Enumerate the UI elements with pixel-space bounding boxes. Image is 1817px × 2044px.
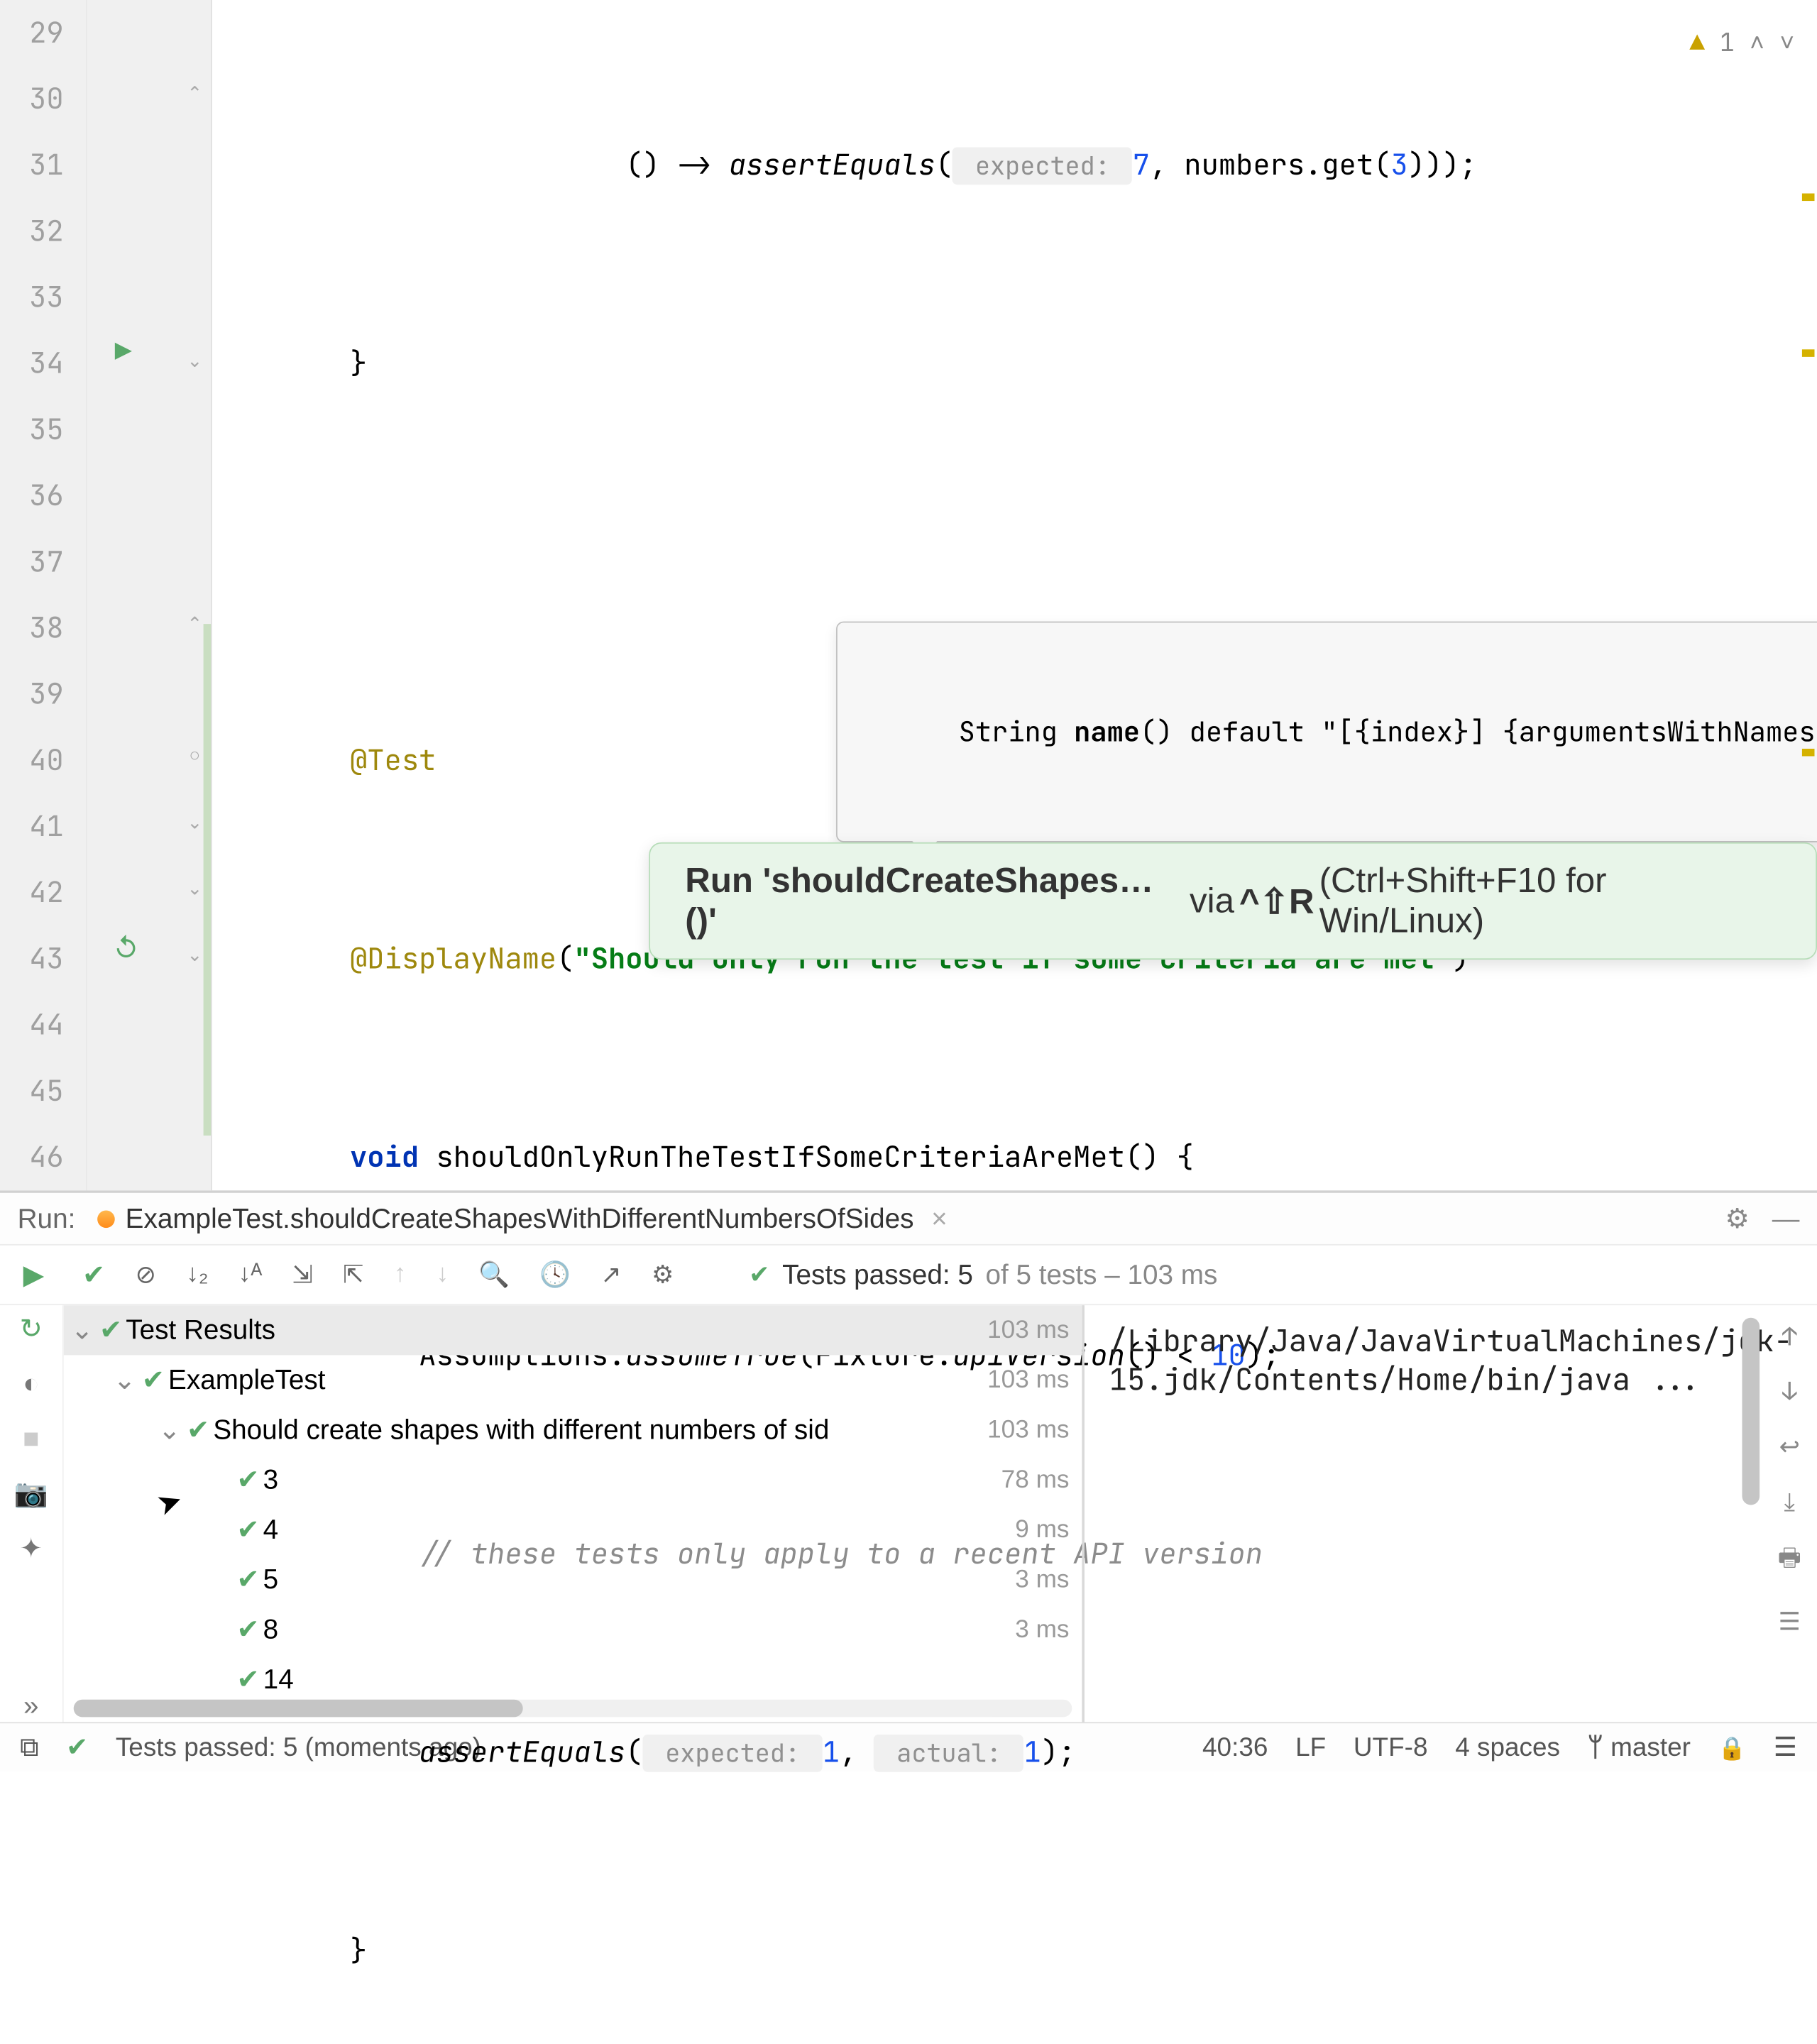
- expand-all-icon[interactable]: ⇲: [292, 1259, 312, 1290]
- run-test-icon[interactable]: ▶: [115, 337, 132, 363]
- fold-marker-icon[interactable]: ○: [186, 745, 204, 766]
- show-ignored-icon[interactable]: ⊘: [136, 1259, 156, 1290]
- console-v-scrollbar[interactable]: [1742, 1318, 1760, 1505]
- gear-icon[interactable]: ⚙: [652, 1259, 674, 1290]
- chevron-down-icon[interactable]: ˅: [1779, 10, 1794, 76]
- dump-threads-icon[interactable]: 📷: [14, 1478, 48, 1510]
- check-icon: ✔: [233, 1664, 263, 1696]
- sort-down-icon[interactable]: ↓₂: [186, 1260, 208, 1289]
- run-tool-header: Run: ExampleTest.shouldCreateShapesWithD…: [0, 1193, 1817, 1246]
- soft-wrap-icon[interactable]: ↩: [1779, 1430, 1800, 1463]
- minimize-icon[interactable]: —: [1772, 1202, 1800, 1235]
- code-editor[interactable]: () -> assertEquals( expected: 7, numbers…: [212, 0, 1817, 1190]
- export-icon[interactable]: ↗: [600, 1259, 621, 1290]
- run-configuration-tab[interactable]: ExampleTest.shouldCreateShapesWithDiffer…: [98, 1202, 948, 1235]
- fold-down-icon[interactable]: ⌄: [186, 811, 204, 834]
- check-icon: ✔: [66, 1732, 88, 1763]
- tree-item[interactable]: ✔ 8 3 ms: [63, 1605, 1082, 1654]
- run-icon[interactable]: ▶: [23, 1258, 45, 1291]
- check-icon: ✔: [233, 1564, 263, 1596]
- check-icon: ✔: [183, 1414, 213, 1446]
- chevron-down-icon[interactable]: ⌄: [111, 1364, 138, 1397]
- run-label: Run:: [18, 1202, 76, 1235]
- check-icon: ✔: [233, 1463, 263, 1496]
- test-toolbar: ▶ ✔ ⊘ ↓₂ ↓ᴬ ⇲ ⇱ ↑ ↓ 🔍 🕓 ↗ ⚙ ✔ Tests pass…: [0, 1246, 1817, 1305]
- action-hint-banner: Run 'shouldCreateShapes…()' via ^⇧R (Ctr…: [649, 842, 1817, 960]
- tree-item[interactable]: ✔ 5 3 ms: [63, 1555, 1082, 1605]
- tree-item[interactable]: ✔ 3 78 ms: [63, 1455, 1082, 1505]
- tree-item[interactable]: ✔ 14: [63, 1654, 1082, 1704]
- chevron-up-icon[interactable]: ˄: [1750, 10, 1764, 76]
- show-passed-icon[interactable]: ✔: [82, 1258, 105, 1291]
- run-config-icon: [98, 1210, 116, 1228]
- gutter-line-numbers: 293031 323334 353637 383940 414243 44454…: [0, 0, 87, 1190]
- prev-failed-icon[interactable]: ↑: [394, 1260, 407, 1289]
- fold-down-icon[interactable]: ⌄: [186, 349, 204, 372]
- chevron-down-icon[interactable]: ⌄: [155, 1414, 183, 1446]
- inspection-indicators[interactable]: ▲1 ˄ ˅: [1690, 10, 1795, 76]
- check-icon: ✔: [749, 1259, 769, 1290]
- rerun-test-icon[interactable]: [112, 933, 140, 967]
- tree-test[interactable]: ⌄ ✔ Should create shapes with different …: [63, 1405, 1082, 1455]
- sort-alpha-icon[interactable]: ↓ᴬ: [238, 1260, 263, 1289]
- fold-down-icon[interactable]: ⌄: [186, 943, 204, 966]
- history-icon[interactable]: 🕓: [539, 1259, 571, 1290]
- check-icon: ✔: [233, 1613, 263, 1646]
- close-tab-icon[interactable]: ×: [931, 1202, 948, 1235]
- check-icon: ✔: [233, 1514, 263, 1546]
- tree-item[interactable]: ✔ 4 9 ms: [63, 1505, 1082, 1554]
- tree-root[interactable]: ⌄ ✔ Test Results 103 ms: [63, 1305, 1082, 1355]
- stop-icon[interactable]: ■: [23, 1422, 39, 1455]
- clear-icon[interactable]: ☰: [1779, 1605, 1801, 1637]
- tree-class[interactable]: ⌄ ✔ ExampleTest 103 ms: [63, 1355, 1082, 1405]
- console-output[interactable]: /Library/Java/JavaVirtualMachines/jdk-15…: [1085, 1305, 1817, 1722]
- settings-icon[interactable]: ⚙: [1725, 1202, 1750, 1235]
- fold-down-icon[interactable]: ⌄: [186, 877, 204, 900]
- scroll-to-end-icon[interactable]: ⤓: [1784, 1485, 1796, 1517]
- fold-up-icon[interactable]: ⌃: [186, 82, 204, 105]
- check-icon: ✔: [96, 1314, 126, 1346]
- more-icon[interactable]: »: [23, 1690, 39, 1722]
- console-toolbar: ↑ ↓ ↩ ⤓ 🖶 ☰: [1762, 1305, 1817, 1722]
- tool-window-icon[interactable]: ⧉: [20, 1732, 38, 1762]
- toggle-auto-icon[interactable]: ◐: [23, 1368, 39, 1400]
- warning-icon[interactable]: ▲: [1690, 10, 1705, 76]
- run-side-strip: ↻ ◐ ■ 📷 ✦ »: [0, 1305, 63, 1722]
- print-icon[interactable]: 🖶: [1778, 1540, 1801, 1583]
- rerun-icon[interactable]: ↻: [20, 1313, 43, 1346]
- check-icon: ✔: [138, 1364, 168, 1397]
- collapse-all-icon[interactable]: ⇱: [343, 1259, 363, 1290]
- next-failed-icon[interactable]: ↓: [437, 1260, 449, 1289]
- search-icon[interactable]: 🔍: [478, 1259, 510, 1290]
- fold-up-icon[interactable]: ⌃: [186, 612, 204, 635]
- editor-marker-bar[interactable]: [1797, 0, 1817, 1190]
- tree-h-scrollbar[interactable]: [73, 1700, 1072, 1718]
- chevron-down-icon[interactable]: ⌄: [68, 1314, 96, 1346]
- up-icon[interactable]: ↑: [1782, 1320, 1797, 1353]
- parameter-info-tooltip: String name() default "[{index}] {argume…: [836, 622, 1817, 842]
- test-tree[interactable]: ⌄ ✔ Test Results 103 ms ⌄ ✔ ExampleTest …: [63, 1305, 1084, 1722]
- layout-icon[interactable]: ✦: [20, 1532, 43, 1565]
- test-status-summary: ✔ Tests passed: 5 of 5 tests – 103 ms: [749, 1258, 1217, 1291]
- down-icon[interactable]: ↓: [1782, 1375, 1797, 1408]
- gutter-icons: ▶ ⌃ ⌄ ⌃ ○ ⌄ ⌄ ⌄: [87, 0, 212, 1190]
